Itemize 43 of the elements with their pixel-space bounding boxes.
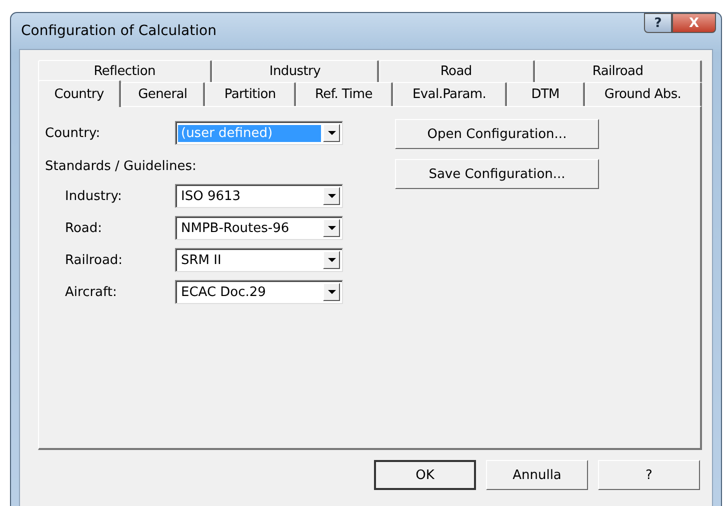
caret-icon — [328, 131, 336, 135]
tab[interactable]: Partition — [205, 82, 296, 106]
tab[interactable]: Ref. Time — [296, 82, 392, 106]
dialog-button[interactable]: Annulla — [486, 460, 588, 490]
caret-icon — [328, 290, 336, 294]
tab[interactable]: Country — [38, 80, 122, 107]
tab[interactable]: Industry — [212, 60, 379, 82]
dropdown-value: (user defined) — [178, 124, 321, 142]
field-label: Country: — [45, 126, 102, 140]
configuration-button[interactable]: Save Configuration... — [395, 159, 599, 189]
configuration-button[interactable]: Open Configuration... — [395, 119, 599, 149]
caret-icon — [328, 194, 336, 198]
dropdown-field[interactable]: ISO 9613 — [175, 184, 343, 208]
field-label: Industry: — [64, 188, 123, 204]
tab[interactable]: Ground Abs. — [584, 82, 702, 106]
dropdown-arrow-button[interactable] — [323, 187, 340, 205]
dropdown-value: NMPB-Routes-96 — [180, 220, 290, 236]
dropdown-arrow-button[interactable] — [323, 219, 340, 237]
tab[interactable]: Eval.Param. — [392, 82, 508, 106]
section-heading: Standards / Guidelines: — [45, 159, 198, 174]
field-label: Railroad: — [64, 252, 124, 268]
caret-icon — [328, 226, 336, 230]
dropdown-field[interactable]: NMPB-Routes-96 — [175, 216, 343, 240]
tab[interactable]: Road — [378, 60, 535, 82]
dropdown-value: SRM II — [180, 252, 222, 268]
field-label: Road: — [64, 220, 104, 236]
tab[interactable]: DTM — [507, 82, 585, 106]
dropdown-arrow-button[interactable] — [323, 124, 340, 142]
field-label: Aircraft: — [64, 284, 118, 300]
caret-icon — [328, 258, 336, 262]
dropdown-field[interactable]: ECAC Doc.29 — [175, 280, 343, 304]
tab[interactable]: General — [121, 82, 206, 106]
help-button[interactable]: ? — [644, 13, 672, 33]
tab[interactable]: Reflection — [38, 60, 212, 82]
dialog-button[interactable]: ? — [598, 460, 700, 490]
dropdown-arrow-button[interactable] — [323, 283, 340, 301]
dropdown-field[interactable]: SRM II — [175, 248, 343, 272]
dropdown-value: ECAC Doc.29 — [180, 284, 267, 300]
dropdown-arrow-button[interactable] — [323, 251, 340, 269]
dropdown-value: ISO 9613 — [180, 188, 242, 204]
tab[interactable]: Railroad — [534, 60, 702, 82]
window-title: Configuration of Calculation — [20, 23, 216, 39]
dialog-button[interactable]: OK — [374, 460, 476, 490]
